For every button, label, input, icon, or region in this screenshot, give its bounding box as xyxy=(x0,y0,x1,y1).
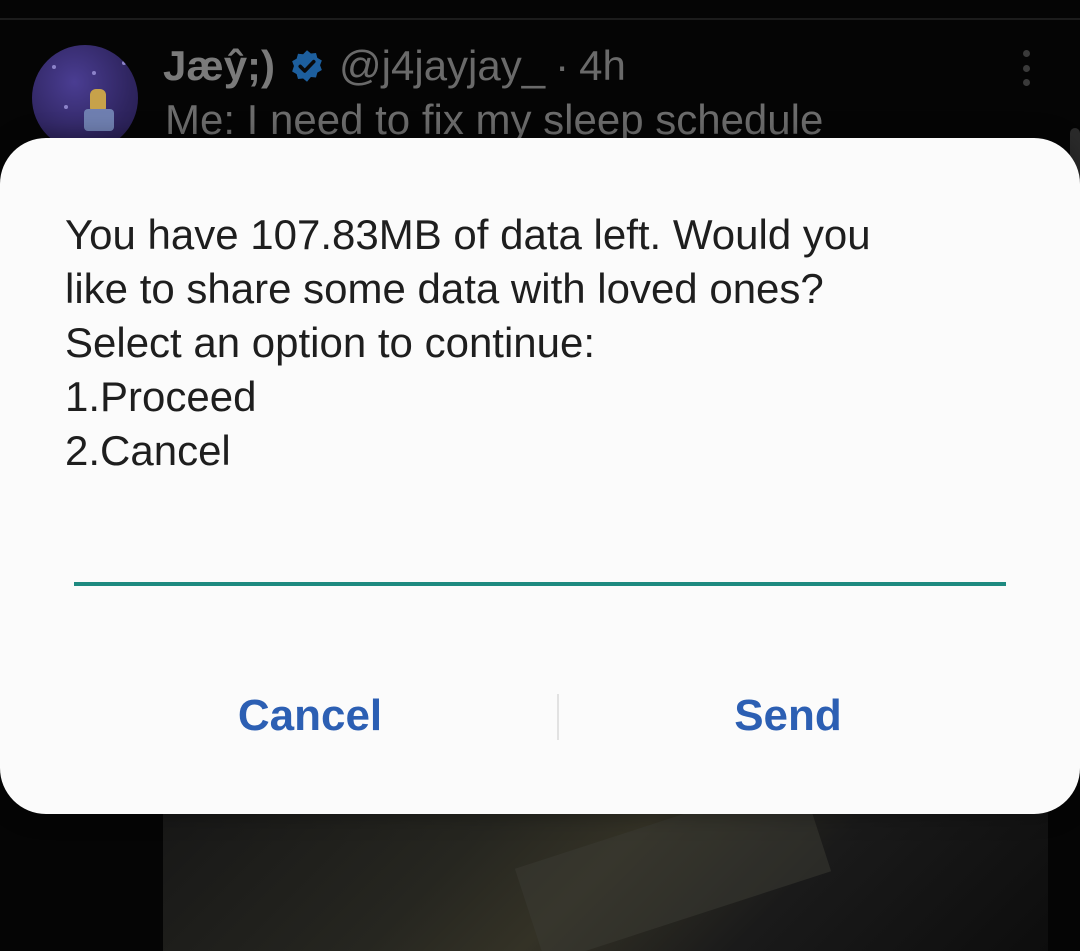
message-line: like to share some data with loved ones? xyxy=(65,265,824,312)
more-options-icon[interactable] xyxy=(1018,50,1034,86)
tweet-timestamp: 4h xyxy=(579,42,626,89)
verified-badge-icon xyxy=(292,50,322,82)
divider xyxy=(0,18,1080,20)
tweet-text: Me: I need to fix my sleep schedule xyxy=(165,96,824,143)
option-proceed: 1.Proceed xyxy=(65,373,257,420)
separator-dot: · xyxy=(555,42,570,89)
tweet-header: Jæŷ;) @j4jayjay_ · 4h xyxy=(163,38,626,94)
option-cancel: 2.Cancel xyxy=(65,427,231,474)
cancel-button[interactable]: Cancel xyxy=(130,684,490,748)
message-line: You have 107.83MB of data left. Would yo… xyxy=(65,211,871,258)
ussd-dialog: You have 107.83MB of data left. Would yo… xyxy=(0,138,1080,814)
button-divider xyxy=(557,694,559,740)
avatar[interactable] xyxy=(32,45,138,151)
display-name[interactable]: Jæŷ;) xyxy=(163,42,275,90)
message-line: Select an option to continue: xyxy=(65,319,596,366)
reply-input[interactable] xyxy=(74,530,1006,586)
dialog-message: You have 107.83MB of data left. Would yo… xyxy=(65,208,1025,478)
send-button[interactable]: Send xyxy=(608,684,968,748)
user-handle[interactable]: @j4jayjay_ xyxy=(339,42,545,90)
dialog-actions: Cancel Send xyxy=(0,684,1080,748)
